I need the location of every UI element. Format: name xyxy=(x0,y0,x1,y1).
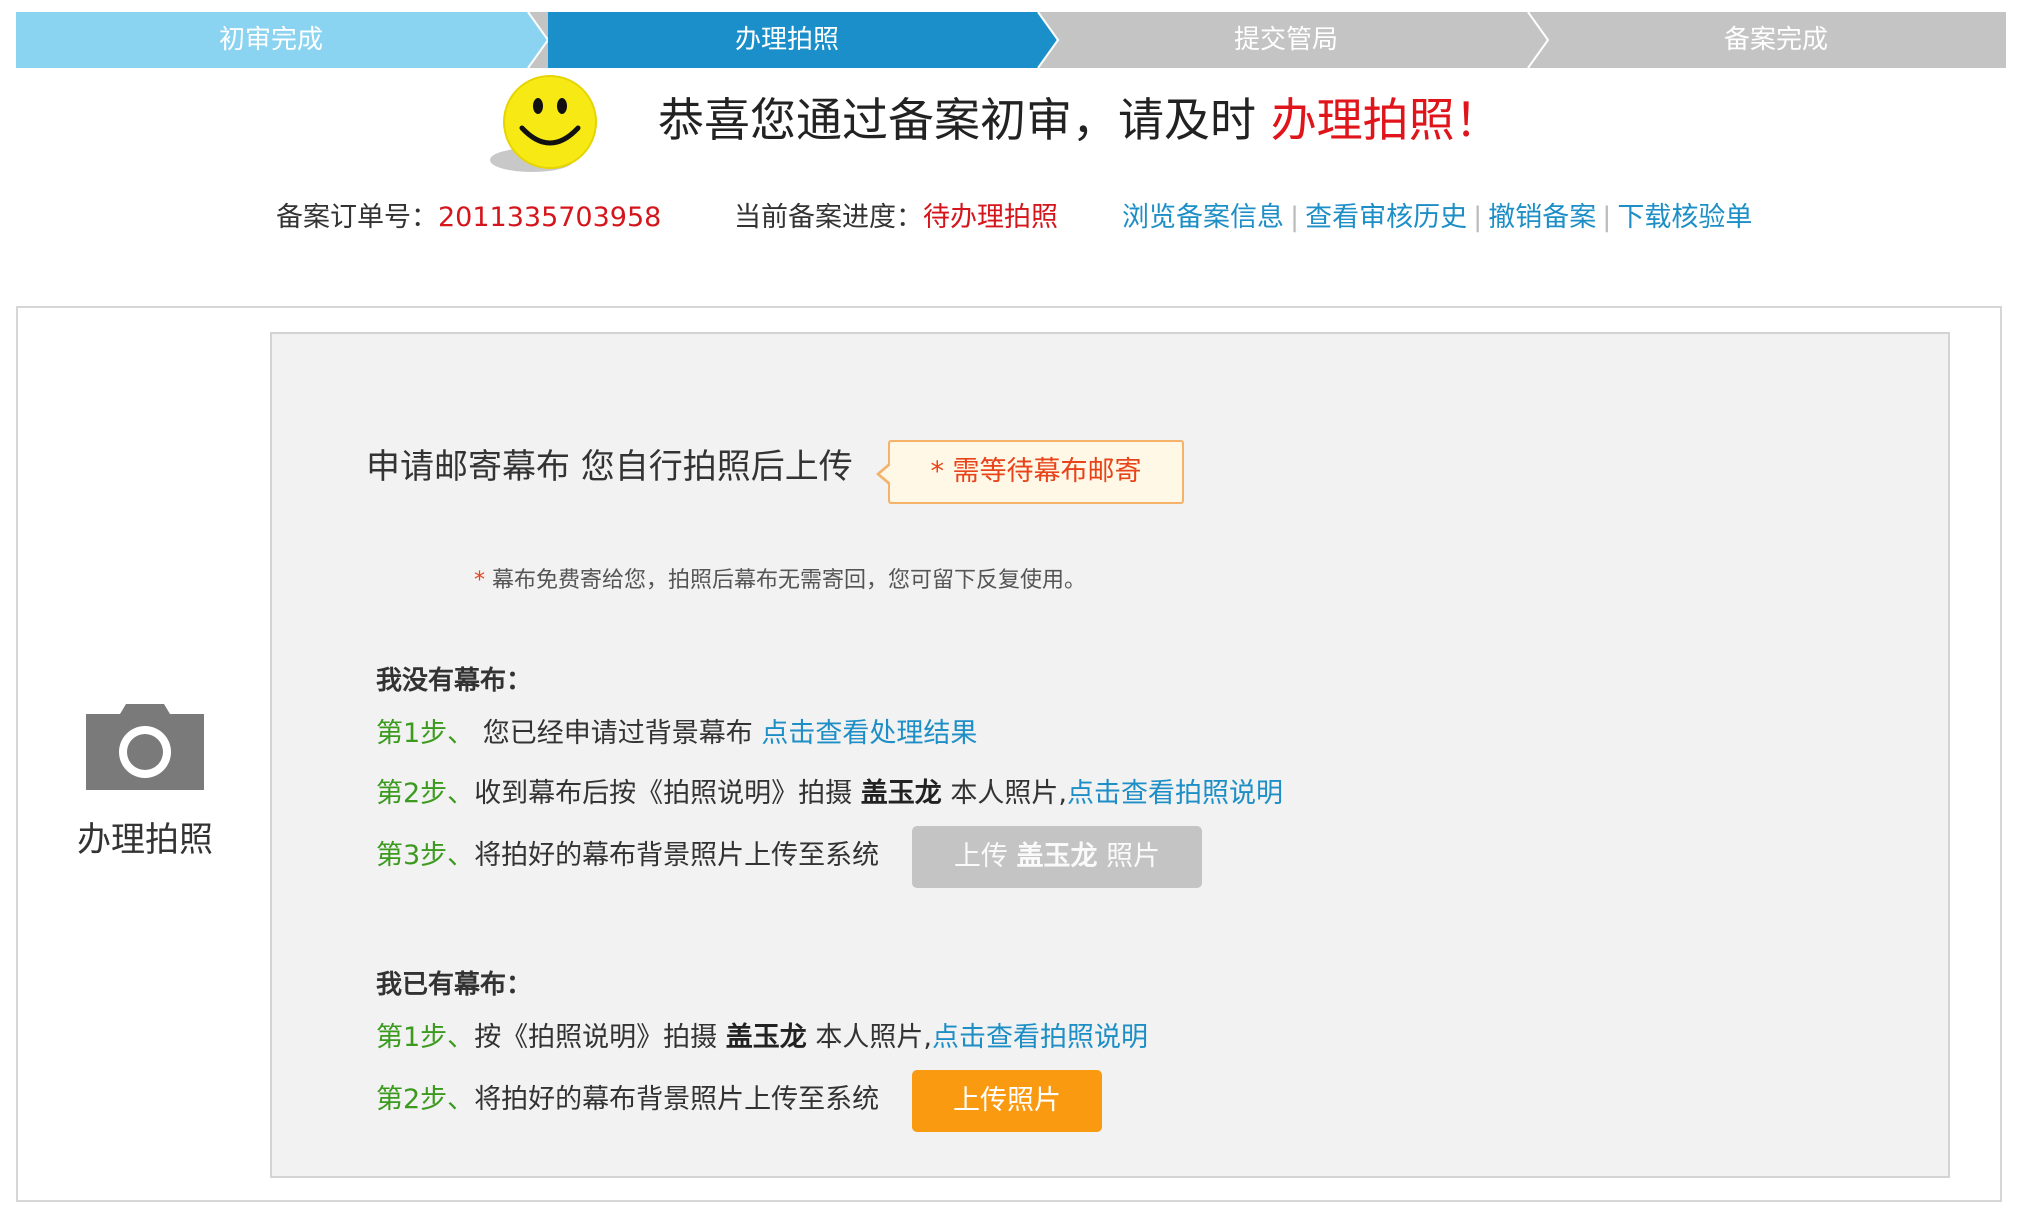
step-number: 第1步、 xyxy=(376,1022,475,1053)
no-curtain-step3: 第3步、将拍好的幕布背景照片上传至系统 xyxy=(376,834,879,878)
review-history-link[interactable]: 查看审核历史 xyxy=(1305,202,1467,233)
step-text: 将拍好的幕布背景照片上传至系统 xyxy=(474,840,880,871)
progress-label: 当前备案进度： xyxy=(734,202,923,233)
step-number: 第2步、 xyxy=(376,1084,475,1115)
step-initial-review-done: 初审完成 xyxy=(16,12,526,68)
required-star: * xyxy=(474,568,492,593)
link-divider: | xyxy=(1473,202,1483,233)
step-photo-active: 办理拍照 xyxy=(548,12,1026,68)
has-curtain-step1: 第1步、按《拍照说明》拍摄 盖玉龙 本人照片,点击查看拍照说明 xyxy=(376,1016,1148,1060)
step-number: 第2步、 xyxy=(376,778,475,809)
photo-instructions-link[interactable]: 点击查看拍照说明 xyxy=(932,1022,1148,1053)
note-text: 幕布免费寄给您，拍照后幕布无需寄回，您可留下反复使用。 xyxy=(492,568,1087,593)
step-label: 提交管局 xyxy=(1233,25,1338,55)
button-text: 照片 xyxy=(1097,841,1161,872)
link-divider: | xyxy=(1290,202,1300,233)
has-curtain-step2: 第2步、将拍好的幕布背景照片上传至系统 xyxy=(376,1078,879,1122)
view-filing-info-link[interactable]: 浏览备案信息 xyxy=(1122,202,1284,233)
required-star: * xyxy=(930,456,953,487)
cancel-filing-link[interactable]: 撤销备案 xyxy=(1488,202,1596,233)
step-text: 本人照片, xyxy=(806,1022,932,1053)
person-name: 盖玉龙 xyxy=(725,1022,807,1053)
upload-photo-button[interactable]: 上传照片 xyxy=(912,1070,1102,1132)
smiley-icon xyxy=(490,75,597,172)
step-number: 第1步、 xyxy=(376,718,475,749)
step-label: 办理拍照 xyxy=(734,25,839,55)
step-label: 备案完成 xyxy=(1723,25,1828,55)
order-number-value: 2011335703958 xyxy=(438,202,662,233)
filing-progress: 当前备案进度：待办理拍照 xyxy=(734,198,1058,238)
headline-main: 恭喜您通过备案初审，请及时 xyxy=(658,93,1256,147)
camera-icon xyxy=(86,704,204,790)
tip-text: 需等待幕布邮寄 xyxy=(952,456,1142,487)
no-curtain-step1: 第1步、 您已经申请过背景幕布 点击查看处理结果 xyxy=(376,712,977,756)
panel-title: 申请邮寄幕布 您自行拍照后上传 xyxy=(366,447,853,487)
progress-steps: 初审完成 办理拍照 提交管局 备案完成 xyxy=(16,12,2006,68)
photo-instructions-link[interactable]: 点击查看拍照说明 xyxy=(1067,778,1283,809)
person-name: 盖玉龙 xyxy=(1016,841,1098,872)
wait-curtain-tip: * 需等待幕布邮寄 xyxy=(876,440,1184,504)
step-filing-complete: 备案完成 xyxy=(1546,12,2006,68)
link-divider: | xyxy=(1602,202,1612,233)
step-text: 本人照片, xyxy=(941,778,1067,809)
side-label: 办理拍照 xyxy=(77,820,213,860)
curtain-note: * 幕布免费寄给您，拍照后幕布无需寄回，您可留下反复使用。 xyxy=(474,562,1086,594)
button-text: 上传 xyxy=(953,841,1017,872)
has-curtain-title: 我已有幕布： xyxy=(376,970,533,1000)
person-name: 盖玉龙 xyxy=(860,778,942,809)
step-number: 第3步、 xyxy=(376,840,475,871)
no-curtain-step2: 第2步、收到幕布后按《拍照说明》拍摄 盖玉龙 本人照片,点击查看拍照说明 xyxy=(376,772,1283,816)
page-headline: 恭喜您通过备案初审，请及时 办理拍照！ xyxy=(658,88,1501,152)
action-links: 浏览备案信息 | 查看审核历史 | 撤销备案 | 下载核验单 xyxy=(1122,198,1752,238)
step-text: 按《拍照说明》拍摄 xyxy=(474,1022,726,1053)
step-text: 将拍好的幕布背景照片上传至系统 xyxy=(474,1084,880,1115)
order-number: 备案订单号：2011335703958 xyxy=(276,198,661,238)
step-text: 收到幕布后按《拍照说明》拍摄 xyxy=(474,778,861,809)
step-text: 您已经申请过背景幕布 xyxy=(474,718,762,749)
view-result-link[interactable]: 点击查看处理结果 xyxy=(761,718,977,749)
download-checklist-link[interactable]: 下载核验单 xyxy=(1617,202,1752,233)
progress-value: 待办理拍照 xyxy=(923,202,1058,233)
order-number-label: 备案订单号： xyxy=(276,202,438,233)
step-submit-bureau: 提交管局 xyxy=(1056,12,1516,68)
upload-person-photo-button[interactable]: 上传 盖玉龙 照片 xyxy=(912,826,1202,888)
no-curtain-title: 我没有幕布： xyxy=(376,666,533,696)
headline-highlight: 办理拍照！ xyxy=(1270,93,1501,147)
step-label: 初审完成 xyxy=(218,25,323,55)
